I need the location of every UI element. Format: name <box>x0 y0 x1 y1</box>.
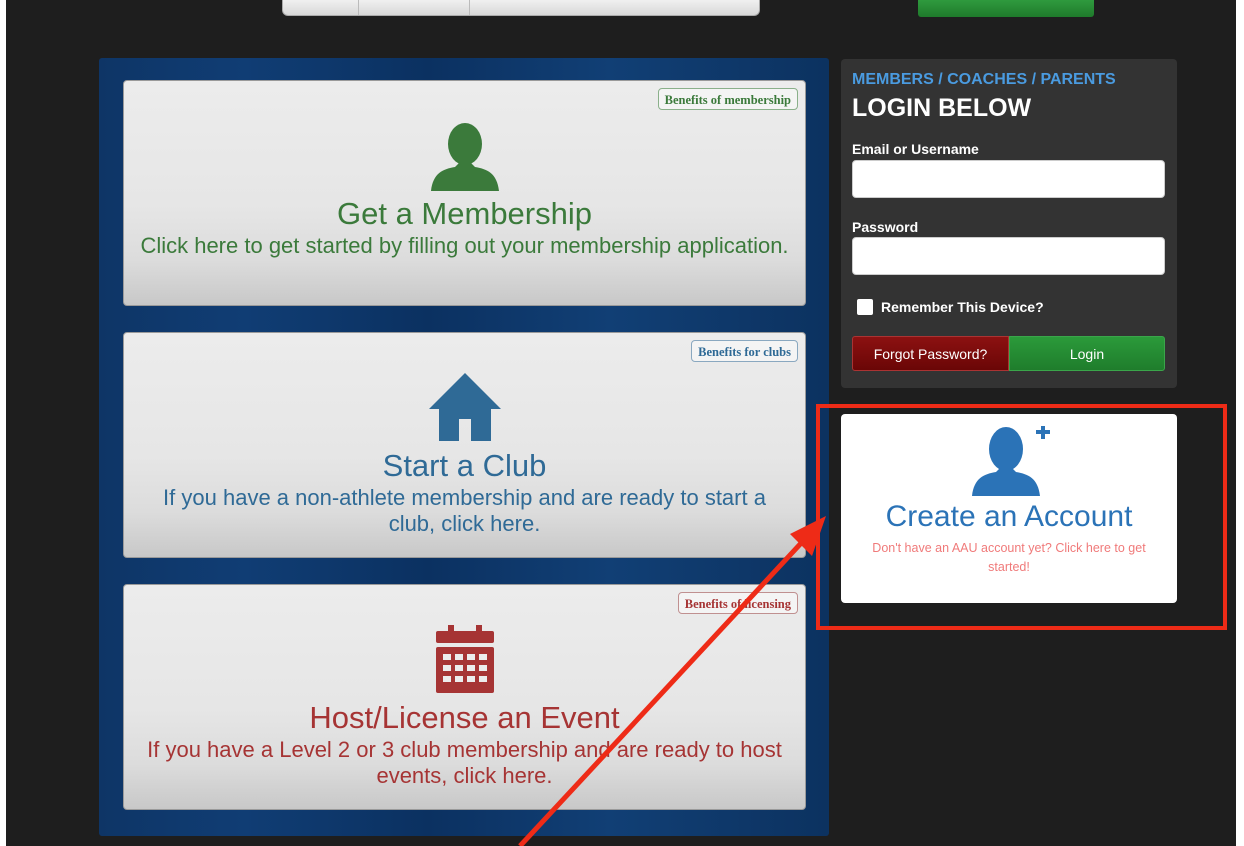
top-search-bar[interactable] <box>282 0 760 16</box>
host-license-event-card[interactable]: Benefits of licensing Host/License an Ev… <box>123 584 806 810</box>
card-description: If you have a Level 2 or 3 club membersh… <box>147 737 782 788</box>
card-description: If you have a non-athlete membership and… <box>163 485 766 536</box>
create-account-card[interactable]: Create an Account Don't have an AAU acco… <box>841 414 1177 603</box>
login-button[interactable]: Login <box>1009 336 1165 371</box>
login-heading: LOGIN BELOW <box>852 94 1032 122</box>
email-label: Email or Username <box>852 141 979 157</box>
remember-device-checkbox[interactable] <box>857 299 873 315</box>
card-title: Host/License an Event <box>309 700 620 735</box>
remember-device-row[interactable]: Remember This Device? <box>857 299 1044 315</box>
email-field[interactable] <box>852 160 1165 198</box>
window-edge-left <box>0 0 6 846</box>
card-description: Click here to get started by filling out… <box>140 233 789 258</box>
card-title: Get a Membership <box>337 196 592 231</box>
search-divider <box>358 0 359 15</box>
window-edge-right <box>1236 0 1244 846</box>
login-kicker: MEMBERS / COACHES / PARENTS <box>852 71 1116 88</box>
create-account-title: Create an Account <box>885 500 1133 533</box>
start-club-card[interactable]: Benefits for clubs Start a Club If you h… <box>123 332 806 558</box>
action-panel: Benefits of membership Get a Membership … <box>99 58 829 836</box>
create-account-subtitle: Don't have an AAU account yet? Click her… <box>872 541 1146 574</box>
password-label: Password <box>852 219 919 235</box>
password-field[interactable] <box>852 237 1165 275</box>
user-plus-icon <box>972 426 1050 496</box>
user-icon <box>430 123 499 191</box>
page: Benefits of membership Get a Membership … <box>0 0 1244 846</box>
home-icon <box>428 373 501 441</box>
benefits-for-clubs-link[interactable]: Benefits for clubs <box>691 340 798 362</box>
benefits-of-membership-link[interactable]: Benefits of membership <box>657 88 798 110</box>
remember-device-label: Remember This Device? <box>881 299 1044 315</box>
login-panel: MEMBERS / COACHES / PARENTS LOGIN BELOW … <box>841 59 1177 388</box>
benefits-of-licensing-link[interactable]: Benefits of licensing <box>677 592 798 614</box>
forgot-password-button[interactable]: Forgot Password? <box>852 336 1009 371</box>
card-title: Start a Club <box>382 448 547 483</box>
top-green-button[interactable] <box>918 0 1094 17</box>
get-membership-card[interactable]: Benefits of membership Get a Membership … <box>123 80 806 306</box>
search-divider <box>469 0 470 15</box>
calendar-icon <box>435 625 494 693</box>
